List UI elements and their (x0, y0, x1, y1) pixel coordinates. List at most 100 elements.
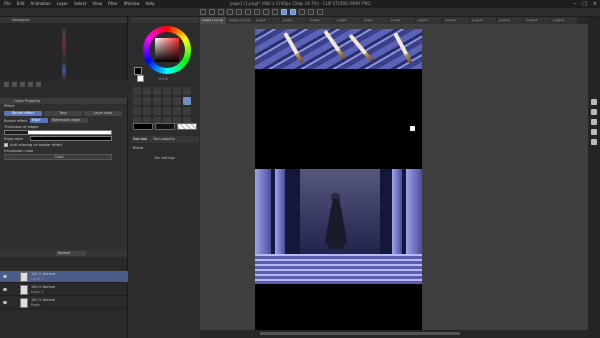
open-icon[interactable] (209, 9, 215, 15)
eye-icon[interactable] (3, 301, 7, 304)
pencil-tool-icon[interactable] (153, 97, 161, 105)
doc-tab[interactable]: page11 (470, 17, 496, 24)
layer-row[interactable]: 100 % Normal Layer 1 (0, 284, 128, 296)
snap-icon[interactable] (272, 9, 278, 15)
camera-icon[interactable] (591, 99, 597, 105)
doc-tab[interactable]: page6 (335, 17, 361, 24)
fill-tool-icon[interactable] (143, 107, 151, 115)
saturation-square[interactable] (155, 38, 179, 62)
watercolor-edge-option[interactable]: Watercolor edge (50, 118, 88, 123)
mode-tone[interactable]: Tone (44, 111, 82, 116)
doc-tab[interactable]: page5 (308, 17, 334, 24)
minimize-button[interactable]: – (574, 1, 577, 7)
doc-tab[interactable]: page7 (362, 17, 388, 24)
main-color-swatch[interactable] (134, 67, 142, 75)
doc-tab[interactable]: page12 (497, 17, 523, 24)
redo-icon[interactable] (236, 9, 242, 15)
doc-tab[interactable]: page2 (2.png) (227, 17, 253, 24)
layer-row[interactable]: 100 % Normal Layer 2 (0, 271, 128, 283)
figure-tool-icon[interactable] (163, 107, 171, 115)
rotate-right-icon[interactable] (28, 82, 33, 87)
doc-tab[interactable]: page1 (1.png) (200, 17, 226, 24)
pen-tool-icon[interactable] (143, 97, 151, 105)
mode-border-effect[interactable]: Border effect (4, 111, 42, 116)
zoom-out-icon[interactable] (12, 82, 17, 87)
gradient-tool-icon[interactable] (153, 107, 161, 115)
move-tool-icon[interactable] (143, 87, 151, 95)
eyedropper-icon[interactable] (133, 97, 141, 105)
mode-layer-color[interactable]: Layer color (84, 111, 122, 116)
doc-tab[interactable]: page8 (389, 17, 415, 24)
zoom-tool-icon[interactable] (133, 87, 141, 95)
canvas-page[interactable] (255, 29, 422, 330)
blend-mode-dropdown[interactable]: Normal (56, 251, 86, 256)
antialias-checkbox[interactable] (4, 143, 8, 147)
menu-edit[interactable]: Edit (17, 1, 25, 6)
edge-color-swatch[interactable] (30, 136, 112, 141)
grid-icon[interactable] (591, 139, 597, 145)
menu-animation[interactable]: Animation (30, 1, 50, 6)
move-layer-icon[interactable] (163, 87, 171, 95)
tab-tool-property[interactable]: Tool property (153, 136, 175, 143)
menu-file[interactable]: File (4, 1, 11, 6)
flip-icon[interactable] (36, 82, 41, 87)
color-wheel[interactable] (143, 26, 191, 74)
navigator-tab[interactable]: Navigator (0, 17, 127, 23)
doc-tab[interactable]: page4 (281, 17, 307, 24)
thickness-slider[interactable] (4, 130, 112, 135)
blend-tool-icon[interactable] (183, 97, 191, 105)
menu-layer[interactable]: Layer (57, 1, 68, 6)
navigator-preview[interactable] (62, 29, 66, 81)
frame-icon[interactable] (591, 119, 597, 125)
doc-tab[interactable]: page9 (416, 17, 442, 24)
zoom-in-icon[interactable] (4, 82, 9, 87)
expression-color-dropdown[interactable]: Color (4, 154, 112, 160)
snap-ruler-icon[interactable] (281, 9, 287, 15)
menu-select[interactable]: Select (74, 1, 86, 6)
selection-tool-icon[interactable] (173, 87, 181, 95)
undo-icon[interactable] (227, 9, 233, 15)
save-icon[interactable] (218, 9, 224, 15)
antialias-row[interactable]: Anti-aliasing on border effect (4, 143, 62, 147)
screen-icon[interactable] (591, 109, 597, 115)
snap-grid-icon[interactable] (290, 9, 296, 15)
layer-row[interactable]: 100 % Normal Paper (0, 297, 128, 309)
eye-icon[interactable] (3, 275, 7, 278)
menu-view[interactable]: View (92, 1, 102, 6)
doc-tab[interactable]: page10 (443, 17, 469, 24)
eraser-icon[interactable] (133, 107, 141, 115)
transform-icon[interactable] (254, 9, 260, 15)
horizontal-scrollbar[interactable] (200, 330, 590, 338)
doc-tab[interactable]: page13 (524, 17, 550, 24)
menu-help[interactable]: Help (146, 1, 155, 6)
clear-icon[interactable] (245, 9, 251, 15)
doc-tab[interactable]: page14 (551, 17, 577, 24)
snap-special-icon[interactable] (299, 9, 305, 15)
tab-sub-tool[interactable]: Sub tool (133, 136, 147, 143)
ruler-tool-icon[interactable] (183, 107, 191, 115)
doc-tab[interactable]: page3 (254, 17, 280, 24)
menu-window[interactable]: Window (124, 1, 140, 6)
scrollbar-thumb[interactable] (260, 332, 460, 335)
dark-color-swatch[interactable] (155, 123, 175, 130)
frame-tool-icon[interactable] (173, 107, 181, 115)
black-color-swatch[interactable] (133, 123, 153, 130)
edge-option[interactable]: Edge (30, 118, 48, 123)
brush-tool-icon[interactable] (163, 97, 171, 105)
canvas-area[interactable] (200, 24, 588, 330)
eye-icon[interactable] (3, 288, 7, 291)
close-button[interactable]: × (593, 1, 597, 7)
color-wheel-tab[interactable] (131, 17, 199, 23)
airbrush-icon[interactable] (173, 97, 181, 105)
maximize-button[interactable]: □ (582, 1, 587, 7)
transparent-color-swatch[interactable] (177, 123, 197, 130)
fill-icon[interactable] (263, 9, 269, 15)
sub-color-swatch[interactable] (137, 75, 144, 82)
operation-tool-icon[interactable] (153, 87, 161, 95)
ruler-icon[interactable] (308, 9, 314, 15)
auto-select-icon[interactable] (183, 87, 191, 95)
settings-icon[interactable] (591, 129, 597, 135)
guide-icon[interactable] (317, 9, 323, 15)
menu-filter[interactable]: Filter (108, 1, 118, 6)
new-icon[interactable] (200, 9, 206, 15)
